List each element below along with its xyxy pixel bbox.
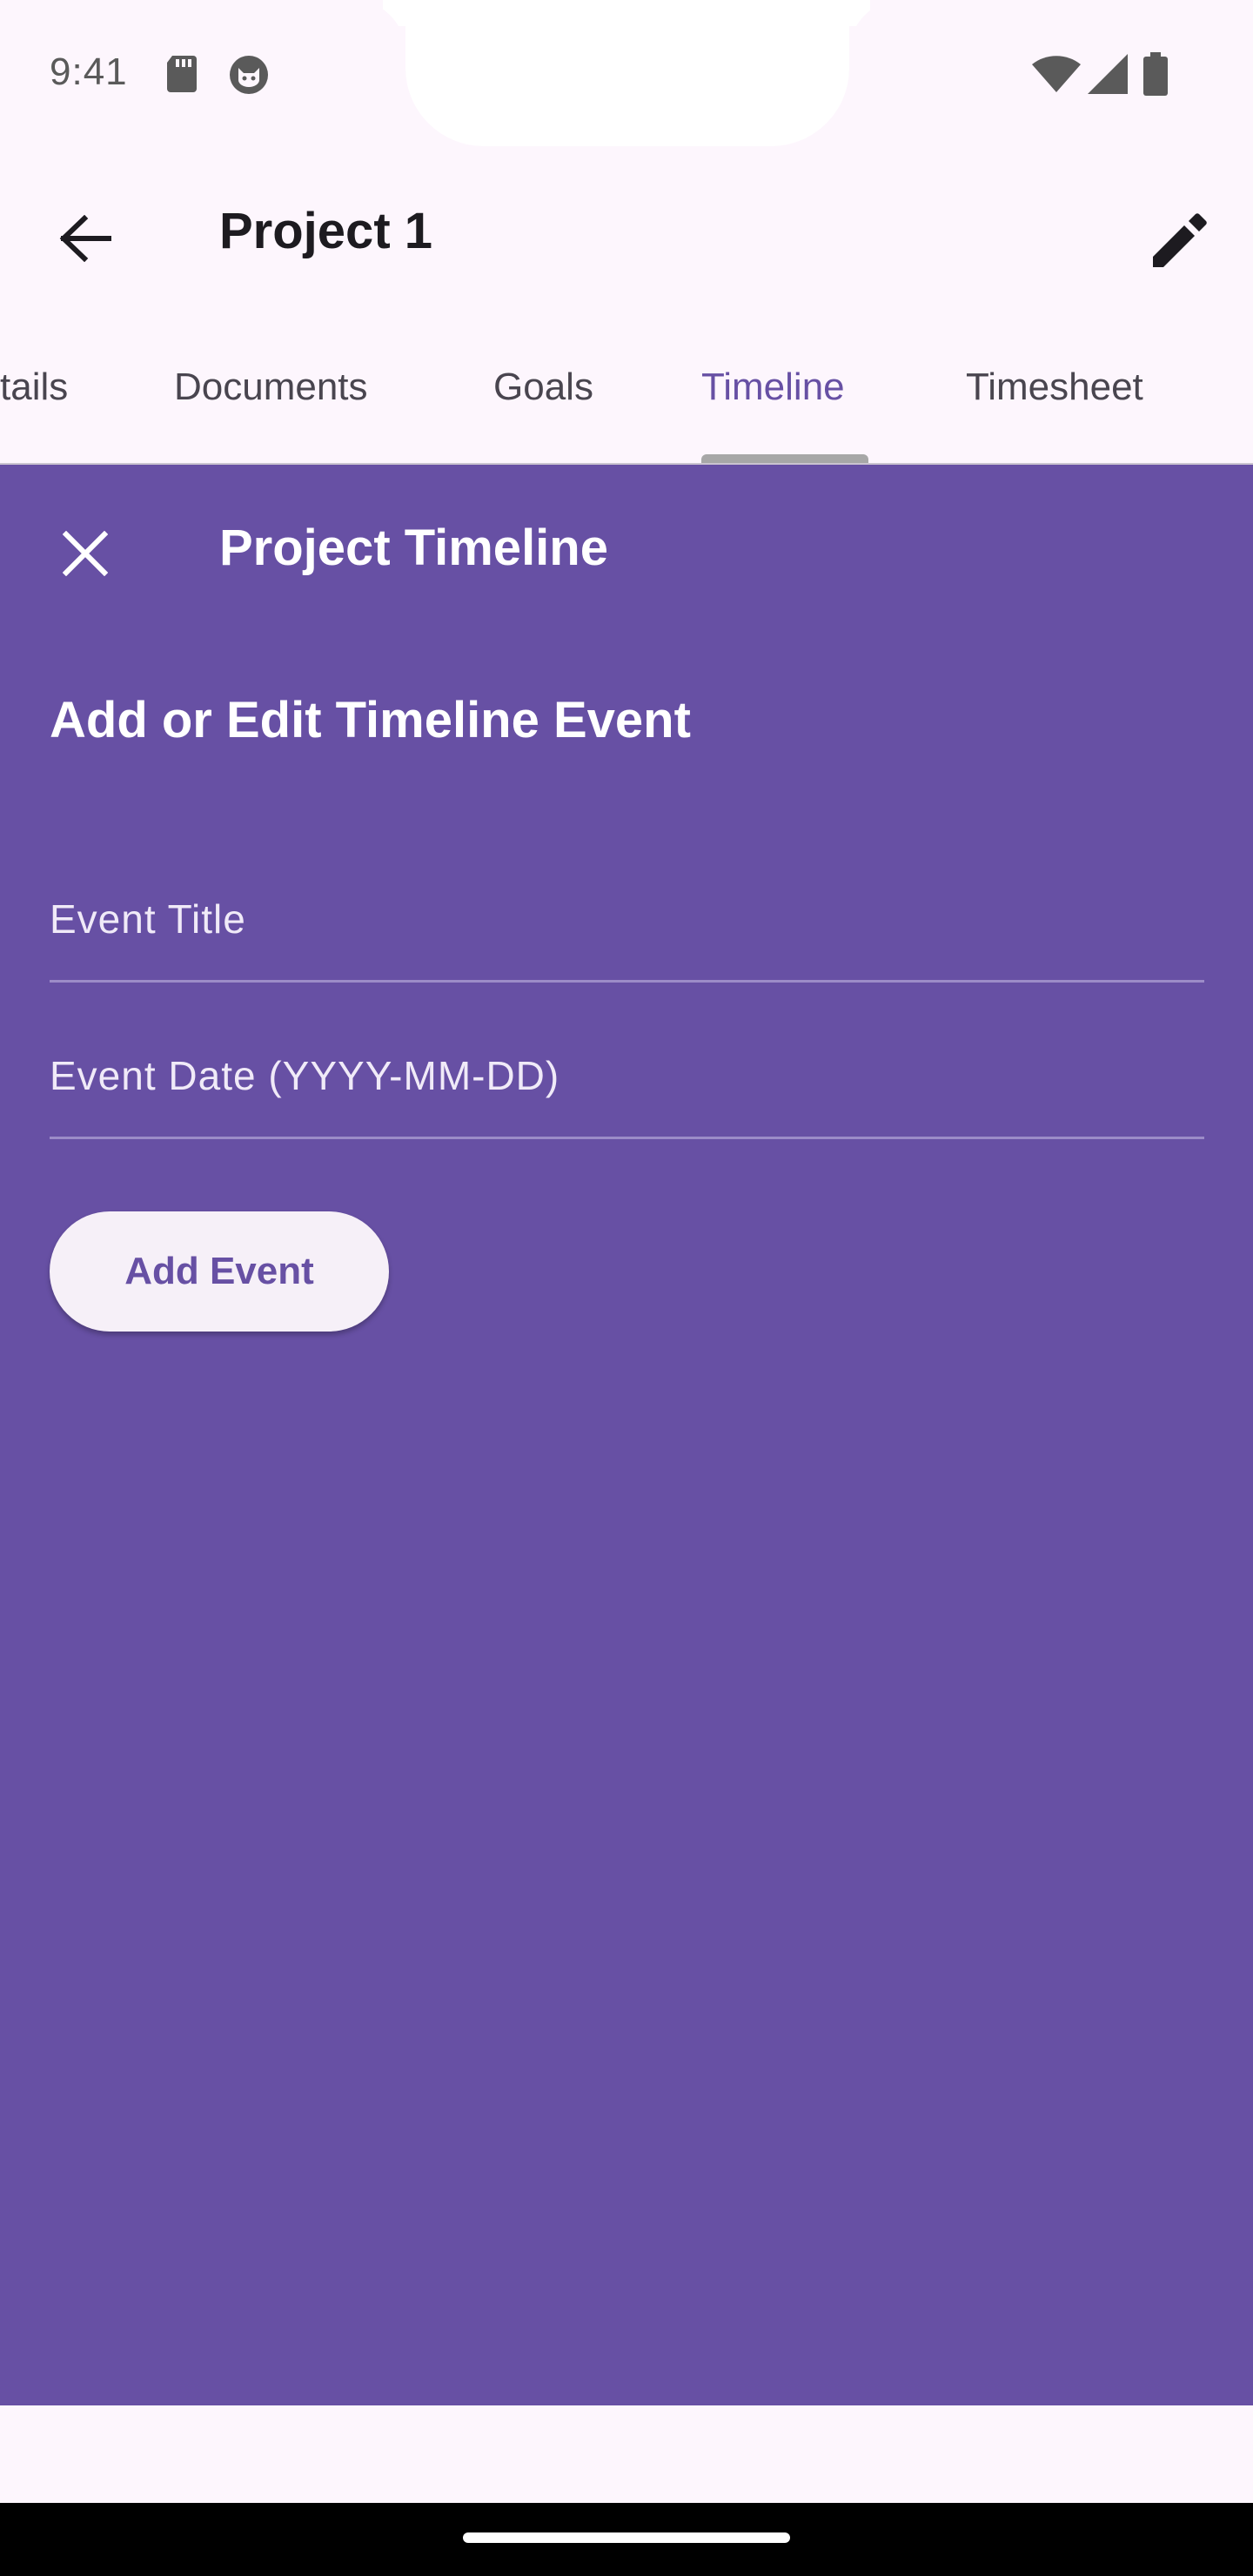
wifi-icon [1032, 56, 1081, 97]
event-date-input[interactable] [50, 1015, 1204, 1137]
back-button[interactable] [50, 204, 120, 273]
top-app-bar: Project 1 [0, 148, 1253, 322]
close-button[interactable] [50, 519, 120, 588]
cat-face-icon [228, 54, 270, 100]
form-heading: Add or Edit Timeline Event [50, 692, 691, 748]
event-title-input[interactable] [50, 858, 1204, 980]
status-time: 9:41 [50, 50, 128, 93]
bottom-surface [0, 2405, 1253, 2510]
tab-documents[interactable]: Documents [174, 366, 368, 409]
sd-card-icon [164, 54, 200, 98]
page-title: Project 1 [219, 203, 432, 259]
event-title-field[interactable] [50, 858, 1204, 983]
battery-icon [1143, 52, 1168, 100]
cellular-signal-icon [1088, 54, 1128, 98]
timeline-sheet: Project Timeline Add or Edit Timeline Ev… [0, 465, 1253, 2405]
add-event-button[interactable]: Add Event [50, 1211, 389, 1332]
tab-timesheet[interactable]: Timesheet [966, 366, 1143, 409]
phone-screen: 9:41 Project 1 tails Documents Goals Tim… [0, 0, 1253, 2576]
display-cutout [405, 0, 849, 146]
event-date-field[interactable] [50, 1015, 1204, 1139]
edit-pencil-icon [1153, 213, 1207, 267]
edit-button[interactable] [1140, 200, 1220, 280]
arrow-back-icon [59, 215, 111, 262]
tab-goals[interactable]: Goals [493, 366, 593, 409]
sheet-title: Project Timeline [219, 520, 608, 576]
tab-details[interactable]: tails [0, 366, 68, 409]
status-bar: 9:41 [0, 0, 1253, 148]
tab-timeline[interactable]: Timeline [701, 366, 845, 409]
gesture-handle[interactable] [463, 2532, 790, 2543]
gesture-navigation-area [0, 2503, 1253, 2576]
tab-bar: tails Documents Goals Timeline Timesheet [0, 339, 1253, 465]
close-icon [63, 531, 108, 576]
active-tab-indicator [701, 454, 868, 463]
